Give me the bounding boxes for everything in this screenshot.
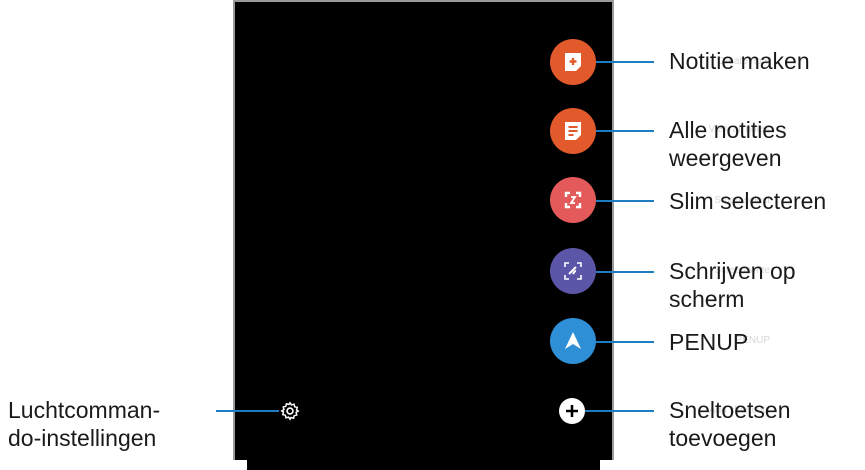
callout-create-note: Notitie maken: [669, 48, 810, 74]
callout-view-all-notes: Alle notities weergeven: [669, 117, 787, 171]
screen-write-icon: [564, 262, 582, 280]
plus-icon: [566, 405, 578, 417]
callout-screen-write: Schrijven op scherm: [669, 258, 796, 312]
callout-add-shortcuts: Sneltoetsen toevoegen: [669, 397, 791, 451]
leader-screen-write: [596, 271, 654, 273]
callout-smart-select: Slim selecteren: [669, 188, 827, 214]
smart-select-button[interactable]: [550, 177, 596, 223]
screen-write-button[interactable]: [550, 248, 596, 294]
smart-select-icon: [564, 191, 582, 209]
settings-button[interactable]: [279, 400, 301, 422]
leader-view-all-notes: [596, 130, 654, 132]
create-note-button[interactable]: [550, 39, 596, 85]
view-notes-icon: [565, 122, 581, 140]
view-all-notes-button[interactable]: [550, 108, 596, 154]
leader-create-note: [596, 61, 654, 63]
leader-penup: [596, 341, 654, 343]
leader-add-shortcuts: [585, 410, 654, 412]
add-shortcuts-button[interactable]: [559, 398, 585, 424]
penup-icon: [565, 332, 581, 349]
leader-smart-select: [596, 200, 654, 202]
penup-button[interactable]: [550, 318, 596, 364]
callout-settings: Luchtcomman- do-instellingen: [8, 397, 161, 451]
create-note-icon: [565, 53, 581, 71]
gear-icon: [280, 401, 300, 421]
leader-settings: [216, 410, 279, 412]
callout-penup: PENUP: [669, 329, 749, 355]
